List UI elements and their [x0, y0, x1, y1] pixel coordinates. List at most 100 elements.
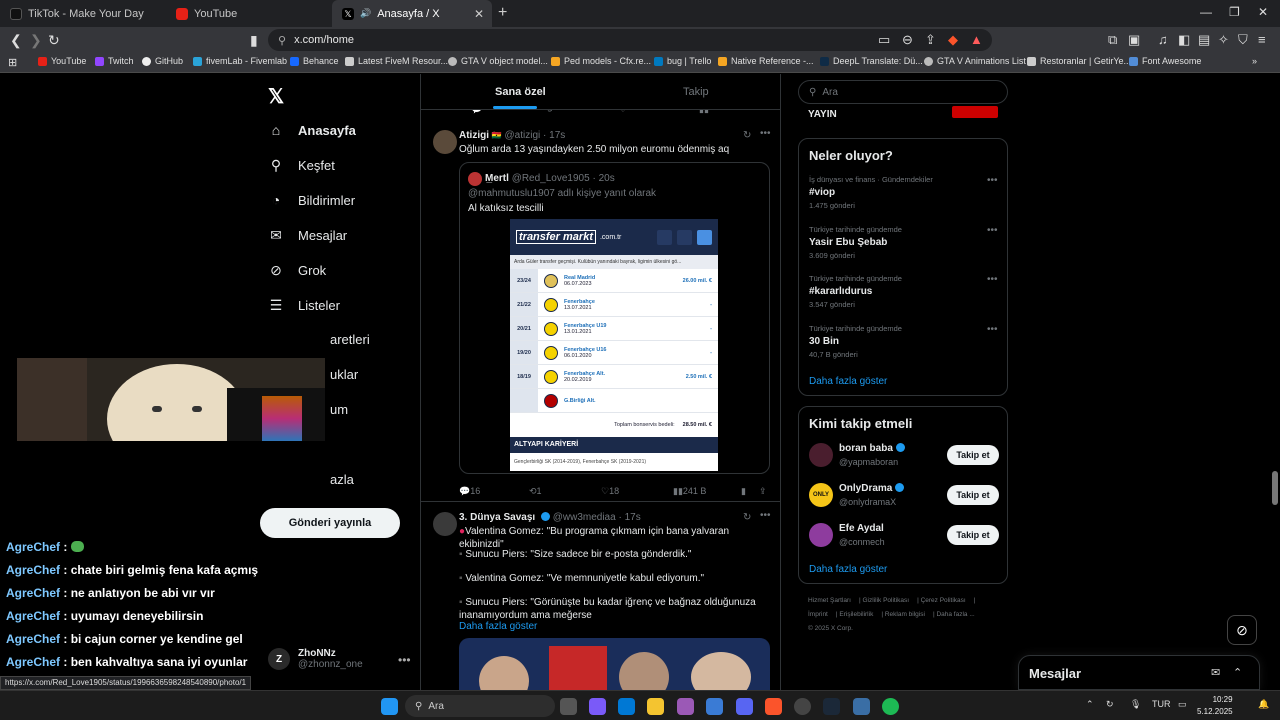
follow-button[interactable]: Takip et [947, 445, 999, 465]
footer-link[interactable]: Çerez Politikası [921, 597, 966, 604]
follow-button[interactable]: Takip et [947, 485, 999, 505]
scrollbar-thumb[interactable] [1272, 471, 1278, 505]
post-button[interactable]: Gönderi yayınla [260, 508, 400, 538]
trend-name[interactable]: #viop [809, 187, 835, 198]
new-tab-button[interactable]: + [498, 4, 507, 22]
file-explorer-icon[interactable] [647, 698, 664, 715]
avatar[interactable] [809, 443, 833, 467]
share-button[interactable]: ⇪ [759, 486, 767, 497]
like-button[interactable]: ♡ 18 [601, 486, 619, 497]
tab-youtube[interactable]: YouTube [166, 0, 331, 27]
bookmark-item[interactable]: Behance [290, 56, 339, 66]
zoom-icon[interactable]: ⊖ [902, 32, 913, 48]
sidebar-icon[interactable]: ◧ [1178, 32, 1190, 48]
nav-explore[interactable]: ⚲ Keşfet [268, 157, 335, 174]
footer-link[interactable]: Hizmet Şartları [808, 597, 851, 604]
show-more-follow-link[interactable]: Daha fazla göster [809, 564, 887, 575]
tweet-time[interactable]: · 17s [543, 130, 565, 141]
more-bookmarks-icon[interactable]: » [1252, 56, 1257, 66]
brave-rewards-icon[interactable]: ▲ [970, 32, 983, 47]
sidebar-panel-icon[interactable]: ▣ [1128, 32, 1140, 48]
tab-following[interactable]: Takip [683, 86, 709, 98]
site-info-icon[interactable]: ⚲ [278, 34, 286, 47]
reply-button[interactable]: 💬 16 [459, 486, 480, 497]
more-icon[interactable]: ••• [987, 324, 998, 335]
close-window-button[interactable]: ✕ [1258, 5, 1268, 19]
bookmark-item[interactable]: Latest FiveM Resour... [345, 56, 448, 66]
brave-shield-icon[interactable]: ◆ [948, 32, 958, 48]
bookmark-item[interactable]: GTA V Animations List [924, 56, 1026, 66]
transfermarkt-screenshot[interactable]: transfer markt .com.tr Arda Güler transf… [510, 219, 718, 471]
more-icon[interactable]: ••• [760, 128, 771, 139]
tweet-media[interactable] [459, 638, 770, 690]
show-more-link[interactable]: Daha fazla göster [459, 621, 769, 634]
nav-premium[interactable]: um [330, 402, 348, 417]
author-handle[interactable]: @atizigi [505, 130, 541, 141]
close-tab-icon[interactable]: ✕ [474, 7, 484, 21]
author-name[interactable]: 3. Dünya Savaşı [459, 512, 535, 523]
more-icon[interactable]: ••• [987, 175, 998, 186]
tab-x-home[interactable]: 𝕏 🔊 Anasayfa / X ✕ [332, 0, 492, 27]
footer-link[interactable]: Reklam bilgisi [885, 611, 925, 618]
discord-icon[interactable] [736, 698, 753, 715]
bookmark-item[interactable]: GitHub [142, 56, 183, 66]
vpn-icon[interactable]: ⛉ [1238, 32, 1248, 48]
app-icon[interactable] [677, 698, 694, 715]
follow-suggestion-name[interactable]: boran baba [839, 443, 905, 454]
scrollbar[interactable] [1270, 74, 1280, 690]
messages-drawer[interactable]: Mesajlar ✉ ⌃ [1018, 655, 1260, 690]
nav-bookmarks[interactable]: aretleri [330, 332, 370, 347]
minimize-button[interactable]: — [1200, 5, 1212, 19]
trend-name[interactable]: Yasir Ebu Şebab [809, 237, 887, 248]
store-icon[interactable] [618, 698, 635, 715]
grok-button[interactable]: ⊘ [1227, 615, 1257, 645]
leo-ai-icon[interactable]: ✧ [1218, 32, 1229, 48]
extensions-icon[interactable]: ⧉ [1108, 32, 1117, 48]
bookmark-item[interactable]: Native Reference -... [718, 56, 814, 66]
language-indicator[interactable]: TUR [1152, 699, 1171, 709]
tab-tiktok[interactable]: TikTok - Make Your Day [0, 0, 165, 27]
apps-icon[interactable]: ⊞ [8, 56, 17, 69]
app-icon[interactable] [706, 698, 723, 715]
share-icon[interactable]: ⇪ [925, 32, 936, 48]
brave-icon[interactable] [765, 698, 782, 715]
expand-icon[interactable]: ⌃ [1233, 666, 1242, 679]
bookmark-item[interactable]: Ped models - Cfx.re... [551, 56, 651, 66]
nav-messages[interactable]: ✉ Mesajlar [268, 227, 347, 244]
steam-icon[interactable] [823, 698, 840, 715]
bookmark-item[interactable]: YouTube [38, 56, 86, 66]
sync-icon[interactable]: ↻ [1106, 699, 1114, 710]
avatar[interactable]: ONLY [809, 483, 833, 507]
nav-lists[interactable]: ☰ Listeler [268, 297, 340, 314]
more-icon[interactable]: ••• [987, 274, 998, 285]
clock[interactable]: 10:29 5.12.2025 [1197, 694, 1233, 718]
spotify-icon[interactable] [882, 698, 899, 715]
nav-home[interactable]: ⌂ Anasayfa [268, 122, 356, 138]
bookmark-item[interactable]: fivemLab - Fivemlab [193, 56, 287, 66]
avatar[interactable] [433, 512, 457, 536]
tab-for-you[interactable]: Sana özel [495, 86, 546, 98]
compose-message-icon[interactable]: ✉ [1211, 666, 1220, 679]
more-icon[interactable]: ••• [398, 653, 411, 667]
grok-icon[interactable]: ↻ [743, 130, 751, 141]
show-more-trends-link[interactable]: Daha fazla göster [809, 376, 887, 387]
bookmark-button[interactable]: ▮ [741, 486, 746, 497]
task-view-icon[interactable] [560, 698, 577, 715]
avatar[interactable] [433, 130, 457, 154]
tweet[interactable]: 3. Dünya Savaşı @ww3mediaa · 17s ↻ ••• ●… [421, 502, 780, 690]
author-name[interactable]: Atizigi [459, 130, 489, 141]
views-button[interactable]: ▮▮ 241 B [673, 486, 706, 497]
avatar[interactable] [809, 523, 833, 547]
footer-link[interactable]: Gizlilik Politikası [862, 597, 909, 604]
bookmark-item[interactable]: Restoranlar | GetirYe... [1027, 56, 1131, 66]
media-icon[interactable]: ♫ [1158, 32, 1168, 47]
bookmark-icon[interactable]: ▮ [250, 32, 258, 49]
forward-button[interactable]: ❯ [30, 32, 42, 49]
bookmark-item[interactable]: bug | Trello [654, 56, 711, 66]
bookmark-item[interactable]: GTA V object model... [448, 56, 548, 66]
nav-communities[interactable]: uklar [330, 367, 358, 382]
copilot-icon[interactable] [589, 698, 606, 715]
bookmark-item[interactable]: Font Awesome [1129, 56, 1201, 66]
more-icon[interactable]: ••• [760, 510, 771, 521]
windows-start-icon[interactable] [381, 698, 398, 715]
